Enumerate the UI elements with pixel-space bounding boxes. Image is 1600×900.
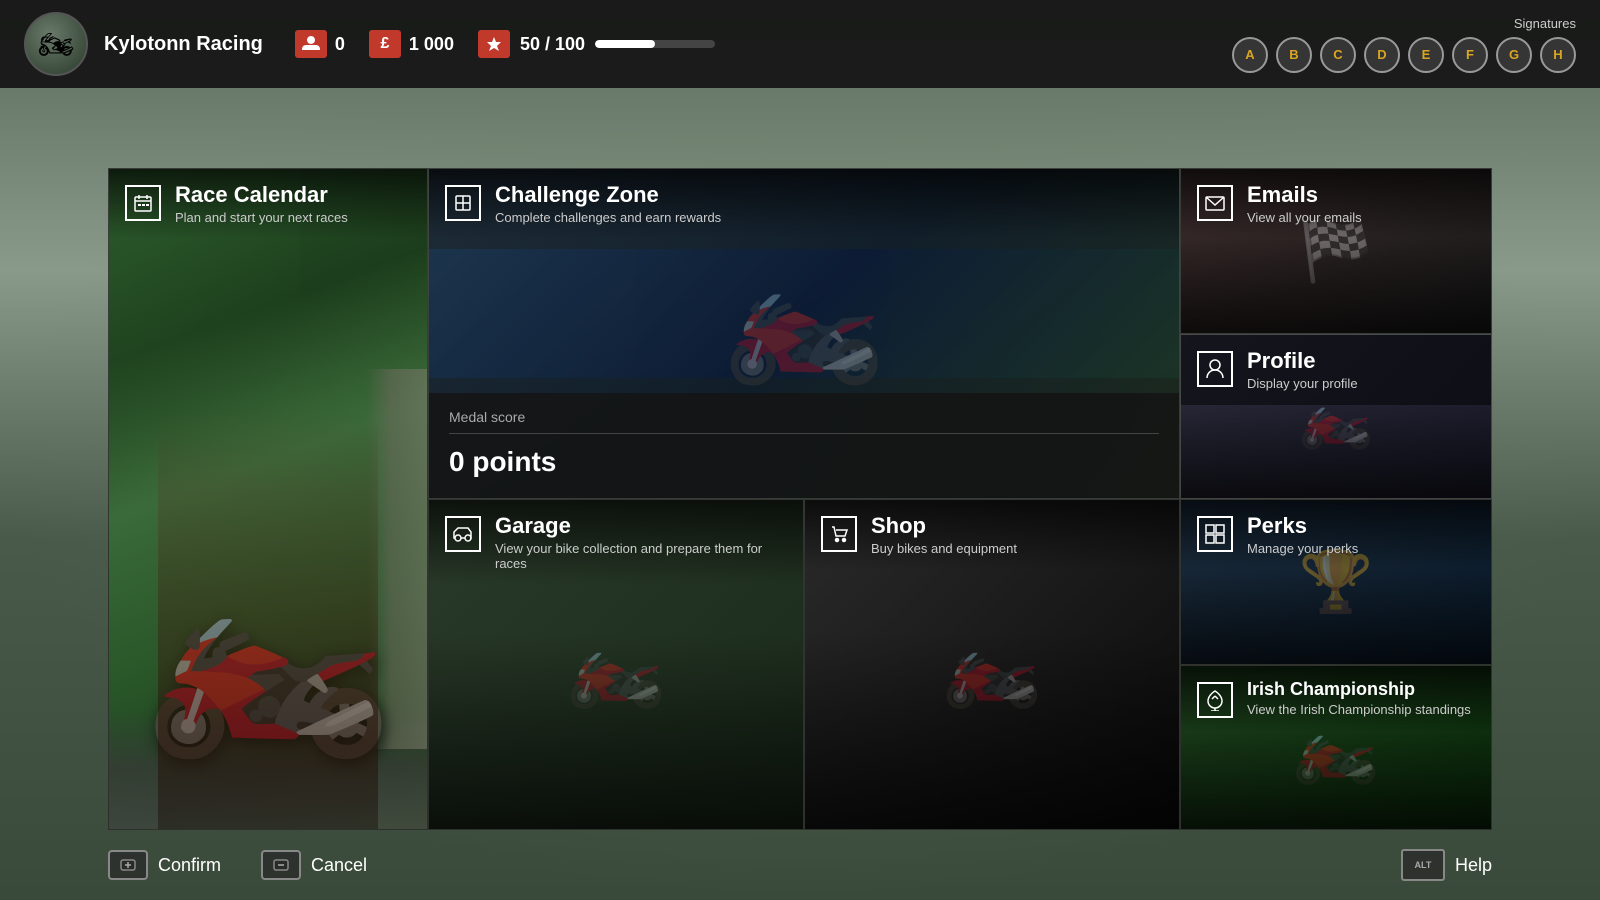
- profile-header: Profile Display your profile: [1181, 335, 1491, 405]
- irish-text: Irish Championship View the Irish Champi…: [1247, 680, 1471, 718]
- followers-value: 0: [335, 34, 345, 55]
- profile-title: Profile: [1247, 349, 1358, 373]
- xp-block: 50 / 100: [478, 30, 715, 58]
- challenge-zone-subtitle: Complete challenges and earn rewards: [495, 210, 721, 225]
- emails-title: Emails: [1247, 183, 1362, 207]
- cancel-icon: [261, 850, 301, 880]
- race-calendar-title: Race Calendar: [175, 183, 348, 207]
- bottom-row: 🏍️ Garage View your bike collection an: [428, 499, 1180, 830]
- money-icon: £: [369, 30, 401, 58]
- perks-icon: [1197, 516, 1233, 552]
- medal-section: Medal score 0 points: [429, 393, 1179, 498]
- race-calendar-rider: 🏍️: [109, 169, 427, 829]
- confirm-icon: [108, 850, 148, 880]
- sig-h: H: [1540, 37, 1576, 73]
- race-calendar-tile[interactable]: 🏍️ Race: [108, 168, 428, 830]
- cancel-button[interactable]: Cancel: [261, 850, 367, 880]
- perks-subtitle: Manage your perks: [1247, 541, 1358, 556]
- signatures-label: Signatures: [1514, 16, 1576, 31]
- emails-tile[interactable]: 🏁 Emails View all your emails: [1180, 168, 1492, 334]
- followers-stat: 0: [295, 30, 345, 58]
- garage-title: Garage: [495, 514, 787, 538]
- challenge-zone-icon: [445, 185, 481, 221]
- menu-grid: 🏍️ Race: [108, 168, 1492, 830]
- profile-subtitle: Display your profile: [1247, 376, 1358, 391]
- help-icon: ALT: [1401, 849, 1445, 881]
- shop-subtitle: Buy bikes and equipment: [871, 541, 1017, 556]
- avatar: 🏍: [24, 12, 88, 76]
- xp-text: 50 / 100: [520, 34, 585, 55]
- shop-text: Shop Buy bikes and equipment: [871, 514, 1017, 556]
- sig-e: E: [1408, 37, 1444, 73]
- irish-icon: [1197, 682, 1233, 718]
- money-stat: £ 1 000: [369, 30, 454, 58]
- main-content: 🏍️ Race: [0, 88, 1600, 900]
- profile-tile[interactable]: 🏍️ Profile Display your profile: [1180, 334, 1492, 500]
- perks-text: Perks Manage your perks: [1247, 514, 1358, 556]
- sig-g: G: [1496, 37, 1532, 73]
- help-label: Help: [1455, 855, 1492, 876]
- xp-icon: [478, 30, 510, 58]
- challenge-zone-tile[interactable]: 🏍️ Challenge Zone Complete challenges an…: [428, 168, 1180, 499]
- medal-label: Medal score: [449, 409, 1159, 425]
- medal-divider: [449, 433, 1159, 434]
- shop-tile[interactable]: 🏍️ Shop Buy bikes and equipment: [804, 499, 1180, 830]
- confirm-button[interactable]: Confirm: [108, 850, 221, 880]
- emails-header: Emails View all your emails: [1181, 169, 1491, 239]
- perks-title: Perks: [1247, 514, 1358, 538]
- signatures-icons: A B C D E F G H: [1232, 37, 1576, 73]
- emails-text: Emails View all your emails: [1247, 183, 1362, 225]
- irish-header: Irish Championship View the Irish Champi…: [1181, 666, 1491, 732]
- sig-b: B: [1276, 37, 1312, 73]
- race-calendar-subtitle: Plan and start your next races: [175, 210, 348, 225]
- sig-d: D: [1364, 37, 1400, 73]
- garage-tile[interactable]: 🏍️ Garage View your bike collection an: [428, 499, 804, 830]
- sig-a: A: [1232, 37, 1268, 73]
- challenge-zone-header: Challenge Zone Complete challenges and e…: [429, 169, 1179, 239]
- help-button[interactable]: ALT Help: [1401, 849, 1492, 881]
- xp-bar: [595, 40, 715, 48]
- irish-subtitle: View the Irish Championship standings: [1247, 702, 1471, 717]
- shop-header: Shop Buy bikes and equipment: [805, 500, 1179, 570]
- race-calendar-text: Race Calendar Plan and start your next r…: [175, 183, 348, 225]
- sig-f: F: [1452, 37, 1488, 73]
- footer: Confirm Cancel ALT Help: [0, 830, 1600, 900]
- garage-header: Garage View your bike collection and pre…: [429, 500, 803, 585]
- perks-header: Perks Manage your perks: [1181, 500, 1491, 570]
- right-column: 🏁 Emails View all your emails: [1180, 168, 1492, 830]
- medal-points: 0 points: [449, 446, 1159, 478]
- garage-subtitle: View your bike collection and prepare th…: [495, 541, 787, 571]
- sig-c: C: [1320, 37, 1356, 73]
- signatures-block: Signatures A B C D E F G H: [1232, 16, 1576, 73]
- topbar: 🏍 Kylotonn Racing 0 £ 1 000 50 / 100 Sig…: [0, 0, 1600, 88]
- race-calendar-icon: [125, 185, 161, 221]
- cancel-label: Cancel: [311, 855, 367, 876]
- challenge-zone-title: Challenge Zone: [495, 183, 721, 207]
- shop-title: Shop: [871, 514, 1017, 538]
- irish-title: Irish Championship: [1247, 680, 1471, 700]
- challenge-center-img: 🏍️: [429, 249, 1179, 378]
- player-name: Kylotonn Racing: [104, 33, 263, 56]
- challenge-zone-text: Challenge Zone Complete challenges and e…: [495, 183, 721, 225]
- profile-icon: [1197, 351, 1233, 387]
- followers-icon: [295, 30, 327, 58]
- money-value: 1 000: [409, 34, 454, 55]
- shop-icon: [821, 516, 857, 552]
- perks-tile[interactable]: 🏆 Perks Manage your perks: [1180, 499, 1492, 665]
- xp-bar-fill: [595, 40, 655, 48]
- garage-icon: [445, 516, 481, 552]
- emails-subtitle: View all your emails: [1247, 210, 1362, 225]
- profile-text: Profile Display your profile: [1247, 349, 1358, 391]
- emails-icon: [1197, 185, 1233, 221]
- irish-championship-tile[interactable]: 🏍️ Irish Championship View the Irish Cha…: [1180, 665, 1492, 831]
- race-calendar-header: Race Calendar Plan and start your next r…: [109, 169, 427, 239]
- confirm-label: Confirm: [158, 855, 221, 876]
- garage-text: Garage View your bike collection and pre…: [495, 514, 787, 571]
